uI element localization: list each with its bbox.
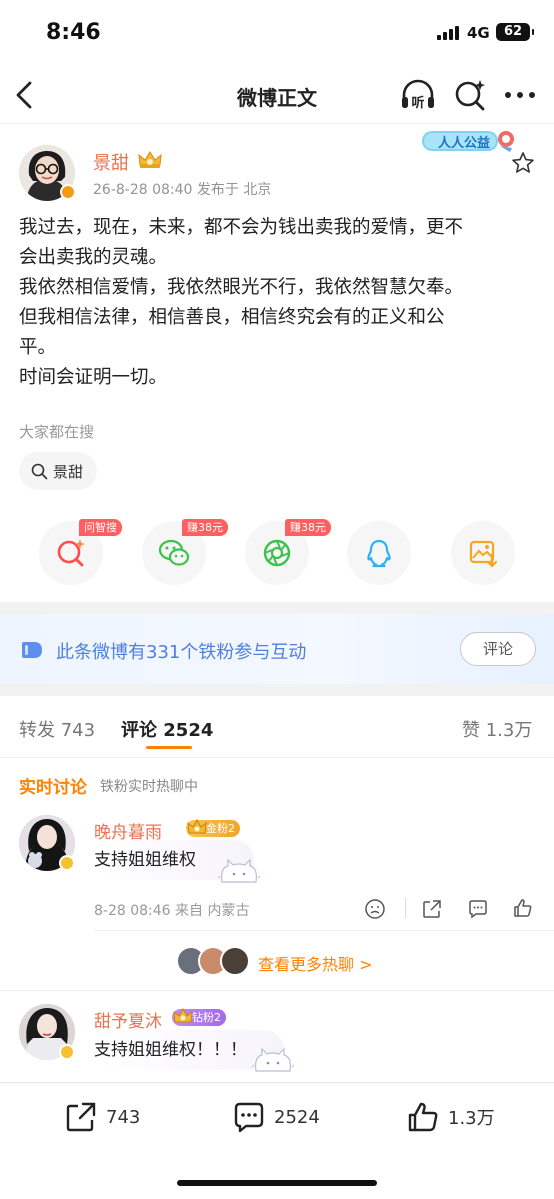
repost-button[interactable]: 743 [64, 1097, 140, 1137]
post-line: 时间会证明一切。 [19, 367, 168, 388]
post-meta: 26-8-28 08:40 发布于 北京 [93, 182, 272, 198]
cat-sticker-icon [251, 1047, 295, 1072]
tab-reposts[interactable]: 转发 743 [19, 716, 95, 742]
live-discussion-title: 实时讨论 [19, 778, 87, 798]
share-qq-button[interactable] [347, 521, 411, 585]
fan-level-label: 钻粉2 [192, 1011, 221, 1024]
cat-sticker-icon [217, 858, 261, 883]
comment-count: 2524 [274, 1106, 320, 1128]
dislike-face-icon[interactable] [364, 898, 386, 920]
more-hot-link[interactable]: 查看更多热聊 > [258, 951, 373, 975]
fan-level-badge: 金粉2 [186, 818, 240, 837]
search-icon [31, 463, 48, 479]
more-icon[interactable] [503, 82, 537, 108]
charity-badge[interactable]: 人人公益 [420, 128, 518, 154]
nav-divider [0, 123, 554, 124]
post-body: 我过去，现在，未来，都不会为钱出卖我的爱情，更不 会出卖我的灵魂。 我依然相信爱… [19, 213, 541, 393]
section-gap [0, 602, 554, 614]
network-label: 4G [467, 24, 490, 42]
save-image-button[interactable] [451, 521, 515, 585]
commenter-name[interactable]: 甜予夏沐 [94, 1007, 162, 1032]
comment-button[interactable]: 2524 [232, 1097, 320, 1137]
share-tag: 问智搜 [79, 519, 122, 536]
listen-label: 听 [411, 95, 424, 111]
hot-avatars [176, 946, 252, 976]
tab-likes[interactable]: 赞 1.3万 [462, 716, 532, 742]
verified-badge-icon [59, 1044, 75, 1060]
active-tab-indicator [146, 746, 192, 749]
comment-divider [0, 990, 554, 991]
signal-icon [437, 26, 459, 40]
back-icon[interactable] [12, 80, 38, 110]
battery-icon: 62 [496, 23, 534, 41]
listen-button[interactable]: 听 [400, 78, 436, 112]
verified-badge-icon [59, 855, 75, 871]
search-chip[interactable]: 景甜 [19, 452, 98, 490]
like-count: 1.3万 [448, 1108, 495, 1129]
post-line: 我过去，现在，未来，都不会为钱出卖我的爱情，更不 [19, 217, 464, 238]
fan-banner-text: 此条微博有331个铁粉参与互动 [56, 642, 307, 663]
fan-comment-button[interactable]: 评论 [460, 632, 536, 666]
post-line: 平。 [19, 337, 57, 358]
post-line: 会出卖我的灵魂。 [19, 247, 168, 268]
author-name[interactable]: 景甜 [93, 149, 129, 175]
like-icon[interactable] [512, 897, 534, 919]
crown-icon [138, 151, 162, 168]
home-indicator [177, 1180, 377, 1186]
live-discussion-subtitle: 铁粉实时热聊中 [100, 779, 198, 795]
fan-icon [22, 642, 42, 658]
reply-icon[interactable] [467, 898, 489, 920]
favorite-star-icon[interactable] [511, 151, 535, 175]
action-separator [405, 898, 406, 918]
tab-comments[interactable]: 评论 2524 [121, 716, 213, 742]
charity-label: 人人公益 [438, 136, 491, 151]
share-tag: 赚38元 [285, 519, 331, 536]
hot-avatar [220, 946, 250, 976]
wechat-icon [158, 539, 190, 566]
comment-divider [94, 930, 554, 931]
search-chip-label: 景甜 [53, 462, 84, 481]
repost-icon [66, 1102, 96, 1132]
search-caption: 大家都在搜 [19, 423, 95, 441]
moments-icon [263, 539, 291, 567]
status-time: 8:46 [46, 20, 101, 45]
search-icon[interactable] [453, 78, 487, 112]
like-button[interactable]: 1.3万 [406, 1097, 495, 1137]
fan-crown-icon [173, 1007, 193, 1023]
share-icon[interactable] [421, 898, 443, 920]
repost-count: 743 [106, 1106, 141, 1128]
tab-divider [0, 757, 554, 758]
headphones-icon: 听 [402, 79, 434, 111]
qq-icon [367, 539, 391, 568]
comment-icon [234, 1102, 264, 1133]
fan-crown-icon [187, 818, 207, 834]
save-image-icon [469, 540, 498, 568]
verified-badge-icon [60, 184, 76, 200]
post-line: 我依然相信爱情，我依然眼光不行，我依然智慧欠奉。 [19, 277, 464, 298]
fan-level-label: 金粉2 [206, 822, 235, 835]
thumbs-up-icon [408, 1102, 438, 1132]
share-tag: 赚38元 [182, 519, 228, 536]
comment-meta: 8-28 08:46 来自 内蒙古 [94, 903, 250, 919]
fan-level-badge: 钻粉2 [172, 1007, 226, 1026]
post-line: 但我相信法律，相信善良，相信终究会有的正义和公 [19, 307, 445, 328]
section-gap [0, 684, 554, 696]
search-ai-icon [57, 539, 85, 567]
